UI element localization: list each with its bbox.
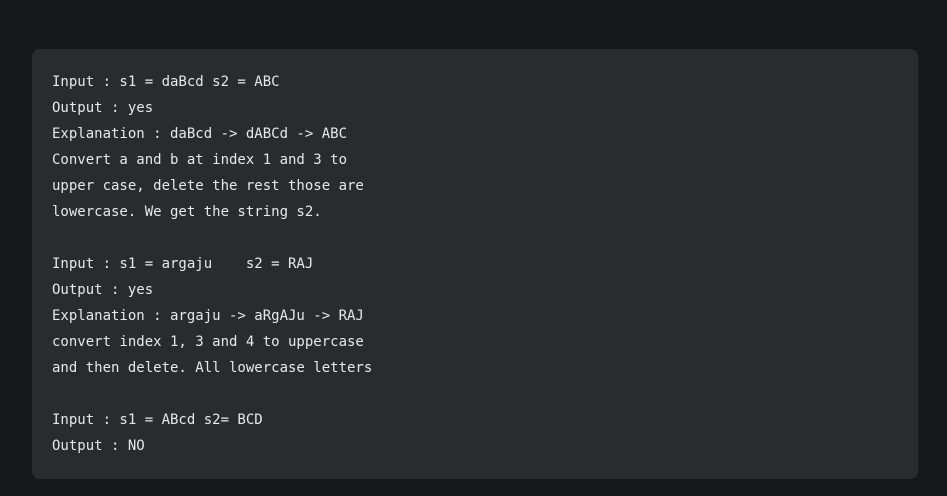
code-line: lowercase. We get the string s2. [52, 204, 322, 220]
code-line: Explanation : argaju -> aRgAJu -> RAJ [52, 308, 364, 324]
code-line: Output : yes [52, 282, 154, 298]
code-line: and then delete. All lowercase letters [52, 360, 373, 376]
code-line: upper case, delete the rest those are [52, 178, 364, 194]
code-content: Input : s1 = daBcd s2 = ABC Output : yes E… [52, 69, 898, 459]
code-line: Explanation : daBcd -> dABCd -> ABC [52, 126, 348, 142]
code-line: Input : s1 = daBcd s2 = ABC [52, 74, 280, 90]
code-line: convert index 1, 3 and 4 to uppercase [52, 334, 364, 350]
code-line: Output : yes [52, 100, 154, 116]
code-line: Convert a and b at index 1 and 3 to [52, 152, 348, 168]
code-line: Input : s1 = argaju s2 = RAJ [52, 256, 314, 272]
code-line: Output : NO [52, 438, 145, 454]
code-block: Input : s1 = daBcd s2 = ABC Output : yes E… [32, 49, 918, 479]
code-line: Input : s1 = ABcd s2= BCD [52, 412, 263, 428]
